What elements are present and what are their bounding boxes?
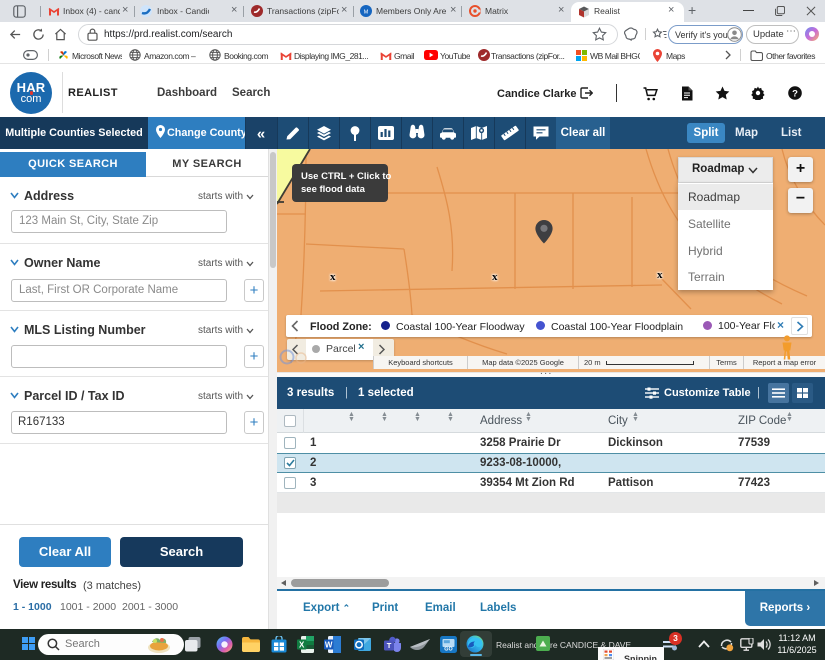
svg-text:W: W [325,640,333,649]
svg-text:?: ? [792,88,798,99]
svg-text:GO: GO [444,647,452,653]
svg-text:M: M [364,9,369,15]
svg-text:T: T [387,641,392,650]
svg-text:«: « [257,126,265,143]
svg-text:X: X [299,640,305,649]
